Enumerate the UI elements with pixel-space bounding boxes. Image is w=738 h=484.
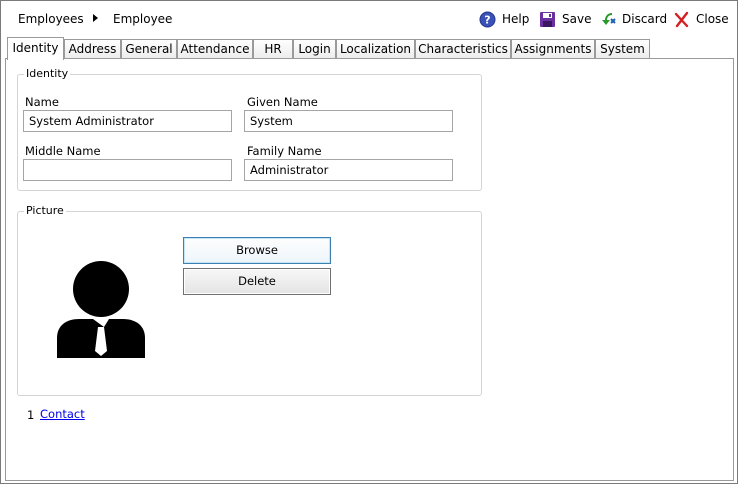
- given-name-label: Given Name: [247, 95, 318, 109]
- tab-attendance[interactable]: Attendance: [177, 39, 253, 59]
- middle-name-label: Middle Name: [25, 144, 101, 158]
- family-name-label: Family Name: [247, 144, 322, 158]
- help-button[interactable]: ? Help: [479, 9, 529, 29]
- browse-button[interactable]: Browse: [183, 237, 331, 264]
- close-label: Close: [696, 12, 729, 26]
- tab-localization[interactable]: Localization: [336, 39, 415, 59]
- close-button[interactable]: Close: [673, 9, 729, 29]
- name-label: Name: [25, 95, 59, 109]
- tab-address[interactable]: Address: [64, 39, 121, 59]
- save-label: Save: [562, 12, 592, 26]
- tab-general[interactable]: General: [121, 39, 177, 59]
- help-label: Help: [502, 12, 530, 26]
- family-name-field[interactable]: Administrator: [244, 159, 453, 181]
- discard-button[interactable]: Discard: [599, 9, 667, 29]
- tab-identity[interactable]: Identity: [7, 37, 64, 60]
- given-name-field[interactable]: System: [244, 110, 453, 132]
- tab-characteristics[interactable]: Characteristics: [415, 39, 511, 59]
- breadcrumb-employee: Employee: [113, 12, 173, 26]
- picture-group-title: Picture: [24, 204, 66, 217]
- tab-login[interactable]: Login: [293, 39, 336, 59]
- person-icon: [57, 261, 145, 358]
- employee-photo: [27, 235, 175, 385]
- discard-label: Discard: [622, 12, 668, 26]
- picture-group: Picture Browse Delete: [17, 204, 482, 396]
- identity-group-title: Identity: [24, 67, 71, 80]
- tab-hr[interactable]: HR: [253, 39, 293, 59]
- middle-name-field[interactable]: [23, 159, 232, 181]
- breadcrumb-arrow-icon: [93, 14, 98, 22]
- contact-count: 1: [27, 408, 35, 422]
- toolbar: Employees Employee ? Help Save Discard C: [1, 1, 737, 37]
- delete-button[interactable]: Delete: [183, 268, 331, 295]
- tab-system[interactable]: System: [595, 39, 650, 59]
- breadcrumb-employees[interactable]: Employees: [18, 12, 84, 26]
- tab-strip: Identity Address General Attendance HR L…: [1, 37, 737, 60]
- employee-window: Employees Employee ? Help Save Discard C: [0, 0, 738, 484]
- name-field[interactable]: System Administrator: [23, 110, 232, 132]
- save-button[interactable]: Save: [539, 9, 591, 29]
- identity-group: Identity Name System Administrator Given…: [17, 67, 482, 191]
- save-icon: [539, 11, 556, 28]
- close-icon: [673, 11, 690, 28]
- svg-text:?: ?: [484, 13, 490, 26]
- discard-icon: [599, 11, 616, 28]
- tab-assignments[interactable]: Assignments: [511, 39, 595, 59]
- contact-link[interactable]: Contact: [40, 407, 85, 421]
- identity-tab-panel: Identity Name System Administrator Given…: [5, 58, 734, 481]
- help-icon: ?: [479, 11, 496, 28]
